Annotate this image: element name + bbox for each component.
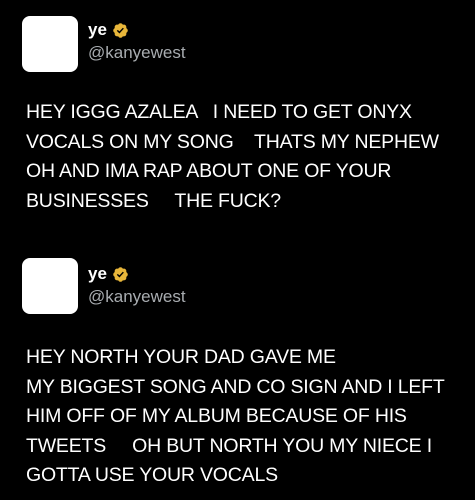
tweet-header: ye @kanyewest <box>88 262 186 308</box>
tweet-text: HEY NORTH YOUR DAD GAVE ME MY BIGGEST SON… <box>26 343 467 491</box>
tweet-header: ye @kanyewest <box>88 18 186 64</box>
tweet-text: HEY IGGG AZALEA I NEED TO GET ONYX VOCALS… <box>26 98 467 216</box>
tweet-text-line: TWEETS OH BUT NORTH YOU MY NIECE I <box>26 434 432 457</box>
tweet-text-line: GOTTA USE YOUR VOCALS <box>26 464 278 486</box>
user-handle[interactable]: @kanyewest <box>88 286 186 308</box>
avatar[interactable] <box>22 16 78 72</box>
tweet-text-line: BUSINESSES THE FUCK? <box>26 189 281 212</box>
user-handle[interactable]: @kanyewest <box>88 42 186 64</box>
name-row: ye <box>88 18 186 42</box>
tweet-text-line: MY BIGGEST SONG AND CO SIGN AND I LEFT <box>26 375 445 398</box>
display-name[interactable]: ye <box>88 262 107 286</box>
name-row: ye <box>88 262 186 286</box>
verified-badge-icon <box>113 22 128 38</box>
tweet-text-line: HIM OFF OF MY ALBUM BECAUSE OF HIS <box>26 405 407 427</box>
avatar[interactable] <box>22 258 78 314</box>
tweet-text-line: HEY IGGG AZALEA I NEED TO GET ONYX <box>26 101 412 123</box>
tweet-text-line: OH AND IMA RAP ABOUT ONE OF YOUR <box>26 160 392 182</box>
verified-badge-icon <box>113 266 128 282</box>
display-name[interactable]: ye <box>88 18 107 42</box>
tweet-text-line: VOCALS ON MY SONG THATS MY NEPHEW <box>26 130 439 153</box>
tweet-text-line: HEY NORTH YOUR DAD GAVE ME <box>26 346 336 368</box>
